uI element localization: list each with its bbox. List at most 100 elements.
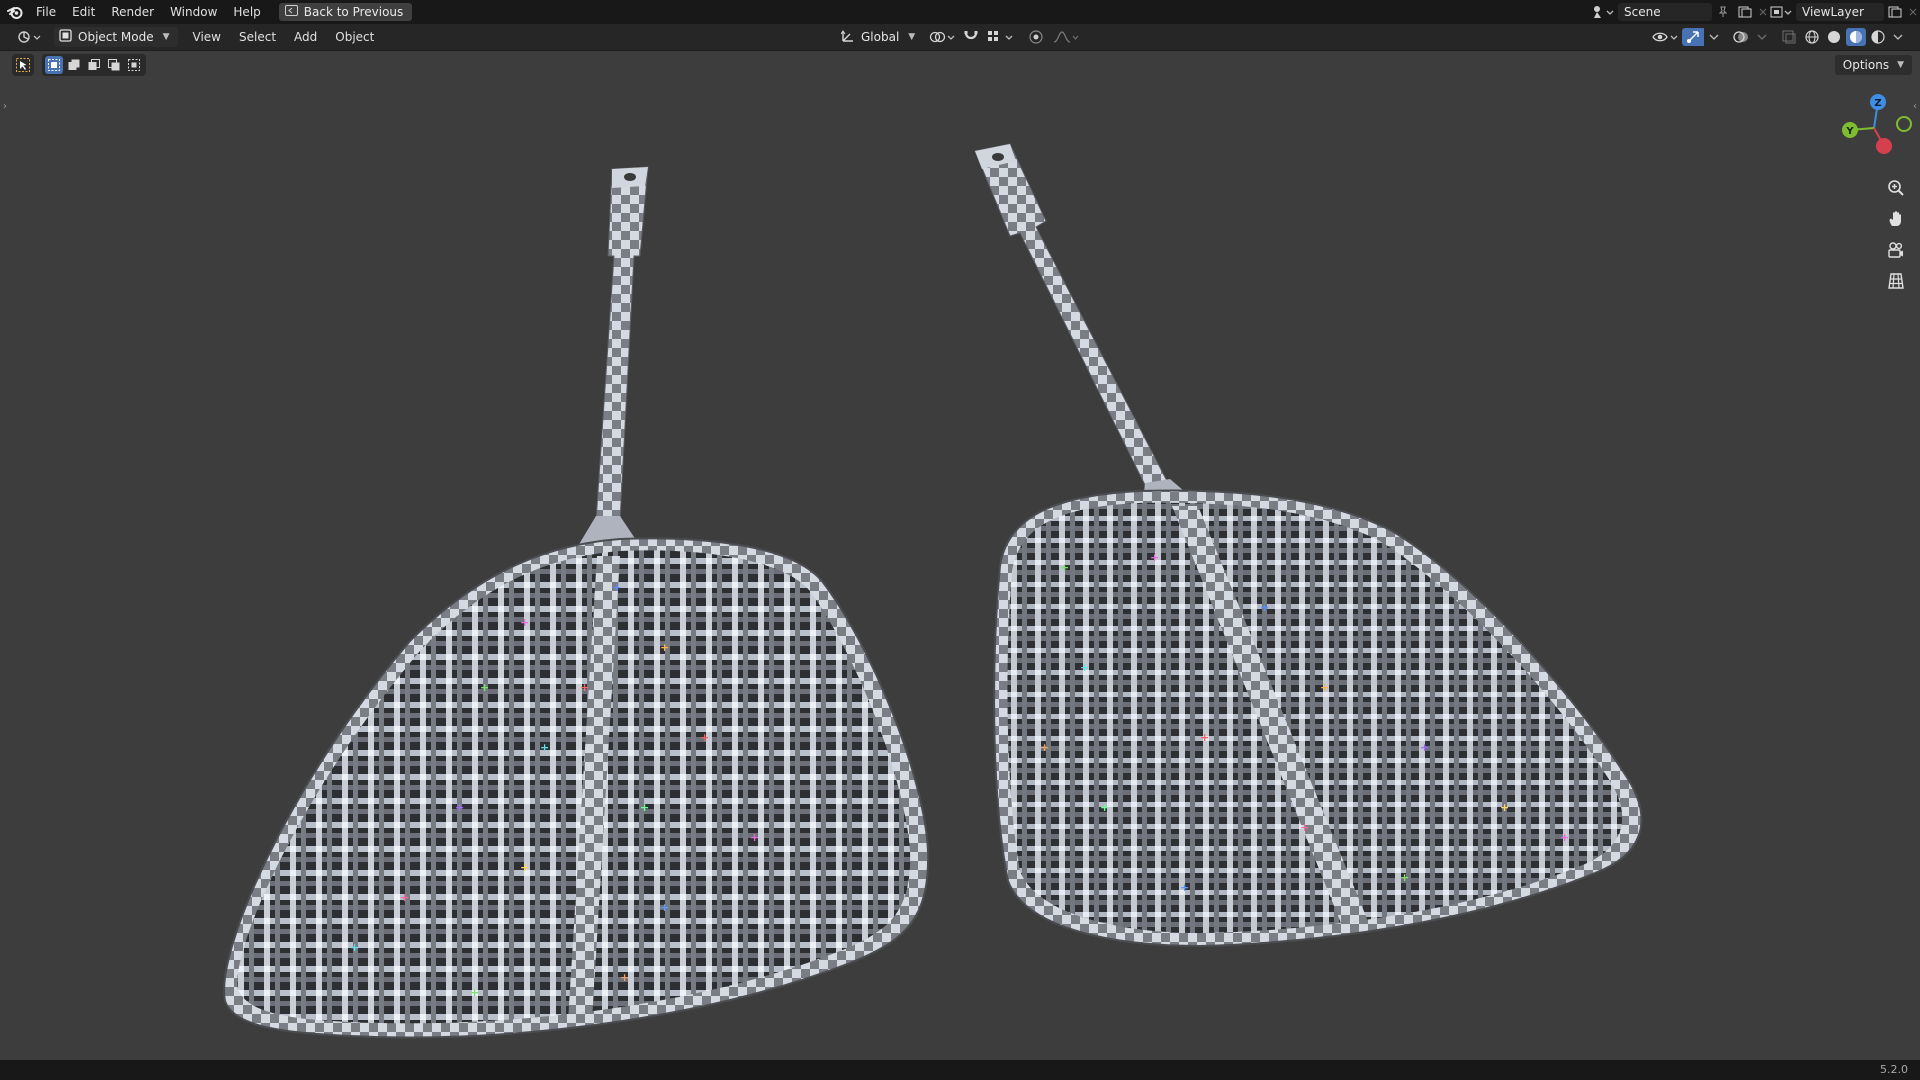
svg-text:+: + [660, 641, 669, 654]
select-tool-button[interactable] [12, 54, 34, 76]
header-menu-object[interactable]: Object [326, 27, 383, 47]
visibility-icon[interactable] [1650, 28, 1680, 46]
overlay-icon[interactable] [1730, 28, 1752, 46]
navigation-buttons [1882, 174, 1910, 294]
select-new-icon[interactable] [45, 56, 63, 74]
close-viewlayer-icon[interactable] [1906, 3, 1920, 21]
top-bar: File Edit Render Window Help Back to Pre… [0, 0, 1920, 24]
pin-icon[interactable] [1712, 3, 1734, 21]
falloff-icon[interactable] [1051, 28, 1081, 46]
viewlayer-icon[interactable] [1766, 3, 1796, 21]
select-invert-icon[interactable] [105, 56, 123, 74]
header-menu-add[interactable]: Add [285, 27, 326, 47]
select-subtract-icon[interactable] [85, 56, 103, 74]
svg-text:+: + [1180, 881, 1189, 894]
options-label: Options [1842, 58, 1890, 72]
svg-text:+: + [350, 941, 359, 954]
scene-canvas: + + + + + + + + + + + + + + + + + + + + … [223, 143, 1643, 1039]
new-scene-icon[interactable] [1734, 3, 1756, 21]
svg-text:+: + [1060, 561, 1069, 574]
editor-type-icon[interactable] [14, 28, 44, 46]
pivot-icon[interactable] [927, 28, 957, 46]
ortho-grid-icon[interactable] [1882, 267, 1910, 294]
scene-name-field[interactable]: Scene [1618, 3, 1712, 21]
3d-viewport[interactable]: + + + + + + + + + + + + + + + + + + + + … [0, 51, 1920, 1060]
rendered-shading-icon[interactable] [1868, 28, 1888, 46]
camera-icon[interactable] [1882, 236, 1910, 263]
svg-text:+: + [1080, 661, 1089, 674]
chevron-down-icon: ▼ [162, 32, 170, 42]
material-shading-icon[interactable] [1846, 28, 1866, 46]
svg-text:+: + [1300, 821, 1309, 834]
svg-text:+: + [1400, 871, 1409, 884]
sidebar-toggle-icon[interactable]: ‹ [1913, 101, 1917, 112]
svg-text:+: + [1560, 831, 1569, 844]
chevron-down-icon: ▼ [1897, 60, 1904, 70]
scene-name: Scene [1624, 5, 1661, 19]
back-to-previous-button[interactable]: Back to Previous [278, 3, 413, 21]
svg-text:+: + [1260, 601, 1269, 614]
svg-text:+: + [612, 581, 621, 594]
shading-dropdown-icon[interactable] [1890, 28, 1906, 46]
svg-text:+: + [700, 731, 709, 744]
right-fly-swatter: + + + + + + + + + + + + + + [974, 143, 1643, 948]
menu-help[interactable]: Help [225, 0, 268, 24]
gizmo-icon[interactable] [1682, 28, 1704, 46]
gizmo-x-axis[interactable] [1876, 138, 1892, 154]
menu-file[interactable]: File [28, 0, 64, 24]
scene-icon[interactable] [1588, 3, 1618, 21]
select-extend-icon[interactable] [65, 56, 83, 74]
viewlayer-name: ViewLayer [1802, 5, 1864, 19]
blender-logo-icon[interactable] [2, 0, 28, 24]
menu-edit[interactable]: Edit [64, 0, 103, 24]
status-bar: 5.2.0 [0, 1060, 1920, 1080]
snap-toggle-icon[interactable] [961, 28, 981, 46]
gizmo-dropdown-icon[interactable] [1706, 28, 1722, 46]
proportional-edit-icon[interactable] [1025, 28, 1047, 46]
viewlayer-name-field[interactable]: ViewLayer [1796, 3, 1884, 21]
svg-text:+: + [1320, 681, 1329, 694]
object-mode-dropdown[interactable]: Object Mode ▼ [54, 27, 178, 47]
pan-hand-icon[interactable] [1882, 205, 1910, 232]
transform-orientation-label: Global [861, 30, 900, 44]
back-icon [284, 5, 298, 19]
svg-text:+: + [1420, 741, 1429, 754]
object-mode-label: Object Mode [78, 30, 154, 44]
transform-orientation-icon [840, 29, 855, 46]
xray-icon[interactable] [1778, 28, 1800, 46]
svg-text:+: + [400, 891, 409, 904]
svg-text:+: + [1200, 731, 1209, 744]
svg-text:+: + [750, 831, 759, 844]
svg-text:+: + [580, 681, 589, 694]
zoom-icon[interactable] [1882, 174, 1910, 201]
header-menu-view[interactable]: View [184, 27, 230, 47]
gizmo-y-label: Y [1845, 126, 1854, 137]
toolbar-toggle-icon[interactable]: › [3, 101, 7, 112]
svg-text:+: + [1040, 741, 1049, 754]
svg-text:+: + [1150, 551, 1159, 564]
back-to-previous-label: Back to Previous [303, 5, 404, 19]
transform-orientation-dropdown[interactable]: Global ▼ [836, 27, 923, 47]
svg-text:+: + [455, 801, 464, 814]
left-fly-swatter: + + + + + + + + + + + + + + + + [223, 166, 930, 1039]
header-menu-select[interactable]: Select [230, 27, 285, 47]
gizmo-z-label: Z [1874, 98, 1881, 109]
options-dropdown[interactable]: Options ▼ [1834, 55, 1912, 75]
menu-render[interactable]: Render [103, 0, 162, 24]
new-viewlayer-icon[interactable] [1884, 3, 1906, 21]
viewlayer-selector: ViewLayer [1766, 3, 1920, 21]
scene-selector: Scene [1588, 3, 1770, 21]
select-intersect-icon[interactable] [125, 56, 143, 74]
svg-text:+: + [540, 741, 549, 754]
menu-window[interactable]: Window [162, 0, 225, 24]
solid-shading-icon[interactable] [1824, 28, 1844, 46]
svg-text:+: + [660, 901, 669, 914]
navigation-gizmo[interactable]: Z Y [1838, 90, 1912, 164]
cursor-icon [16, 58, 30, 72]
overlay-dropdown-icon[interactable] [1754, 28, 1770, 46]
gizmo-y-negative[interactable] [1896, 116, 1912, 132]
selection-mode-group [42, 54, 146, 76]
svg-text:+: + [1100, 801, 1109, 814]
wireframe-shading-icon[interactable] [1802, 28, 1822, 46]
snap-icon[interactable] [985, 28, 1015, 46]
